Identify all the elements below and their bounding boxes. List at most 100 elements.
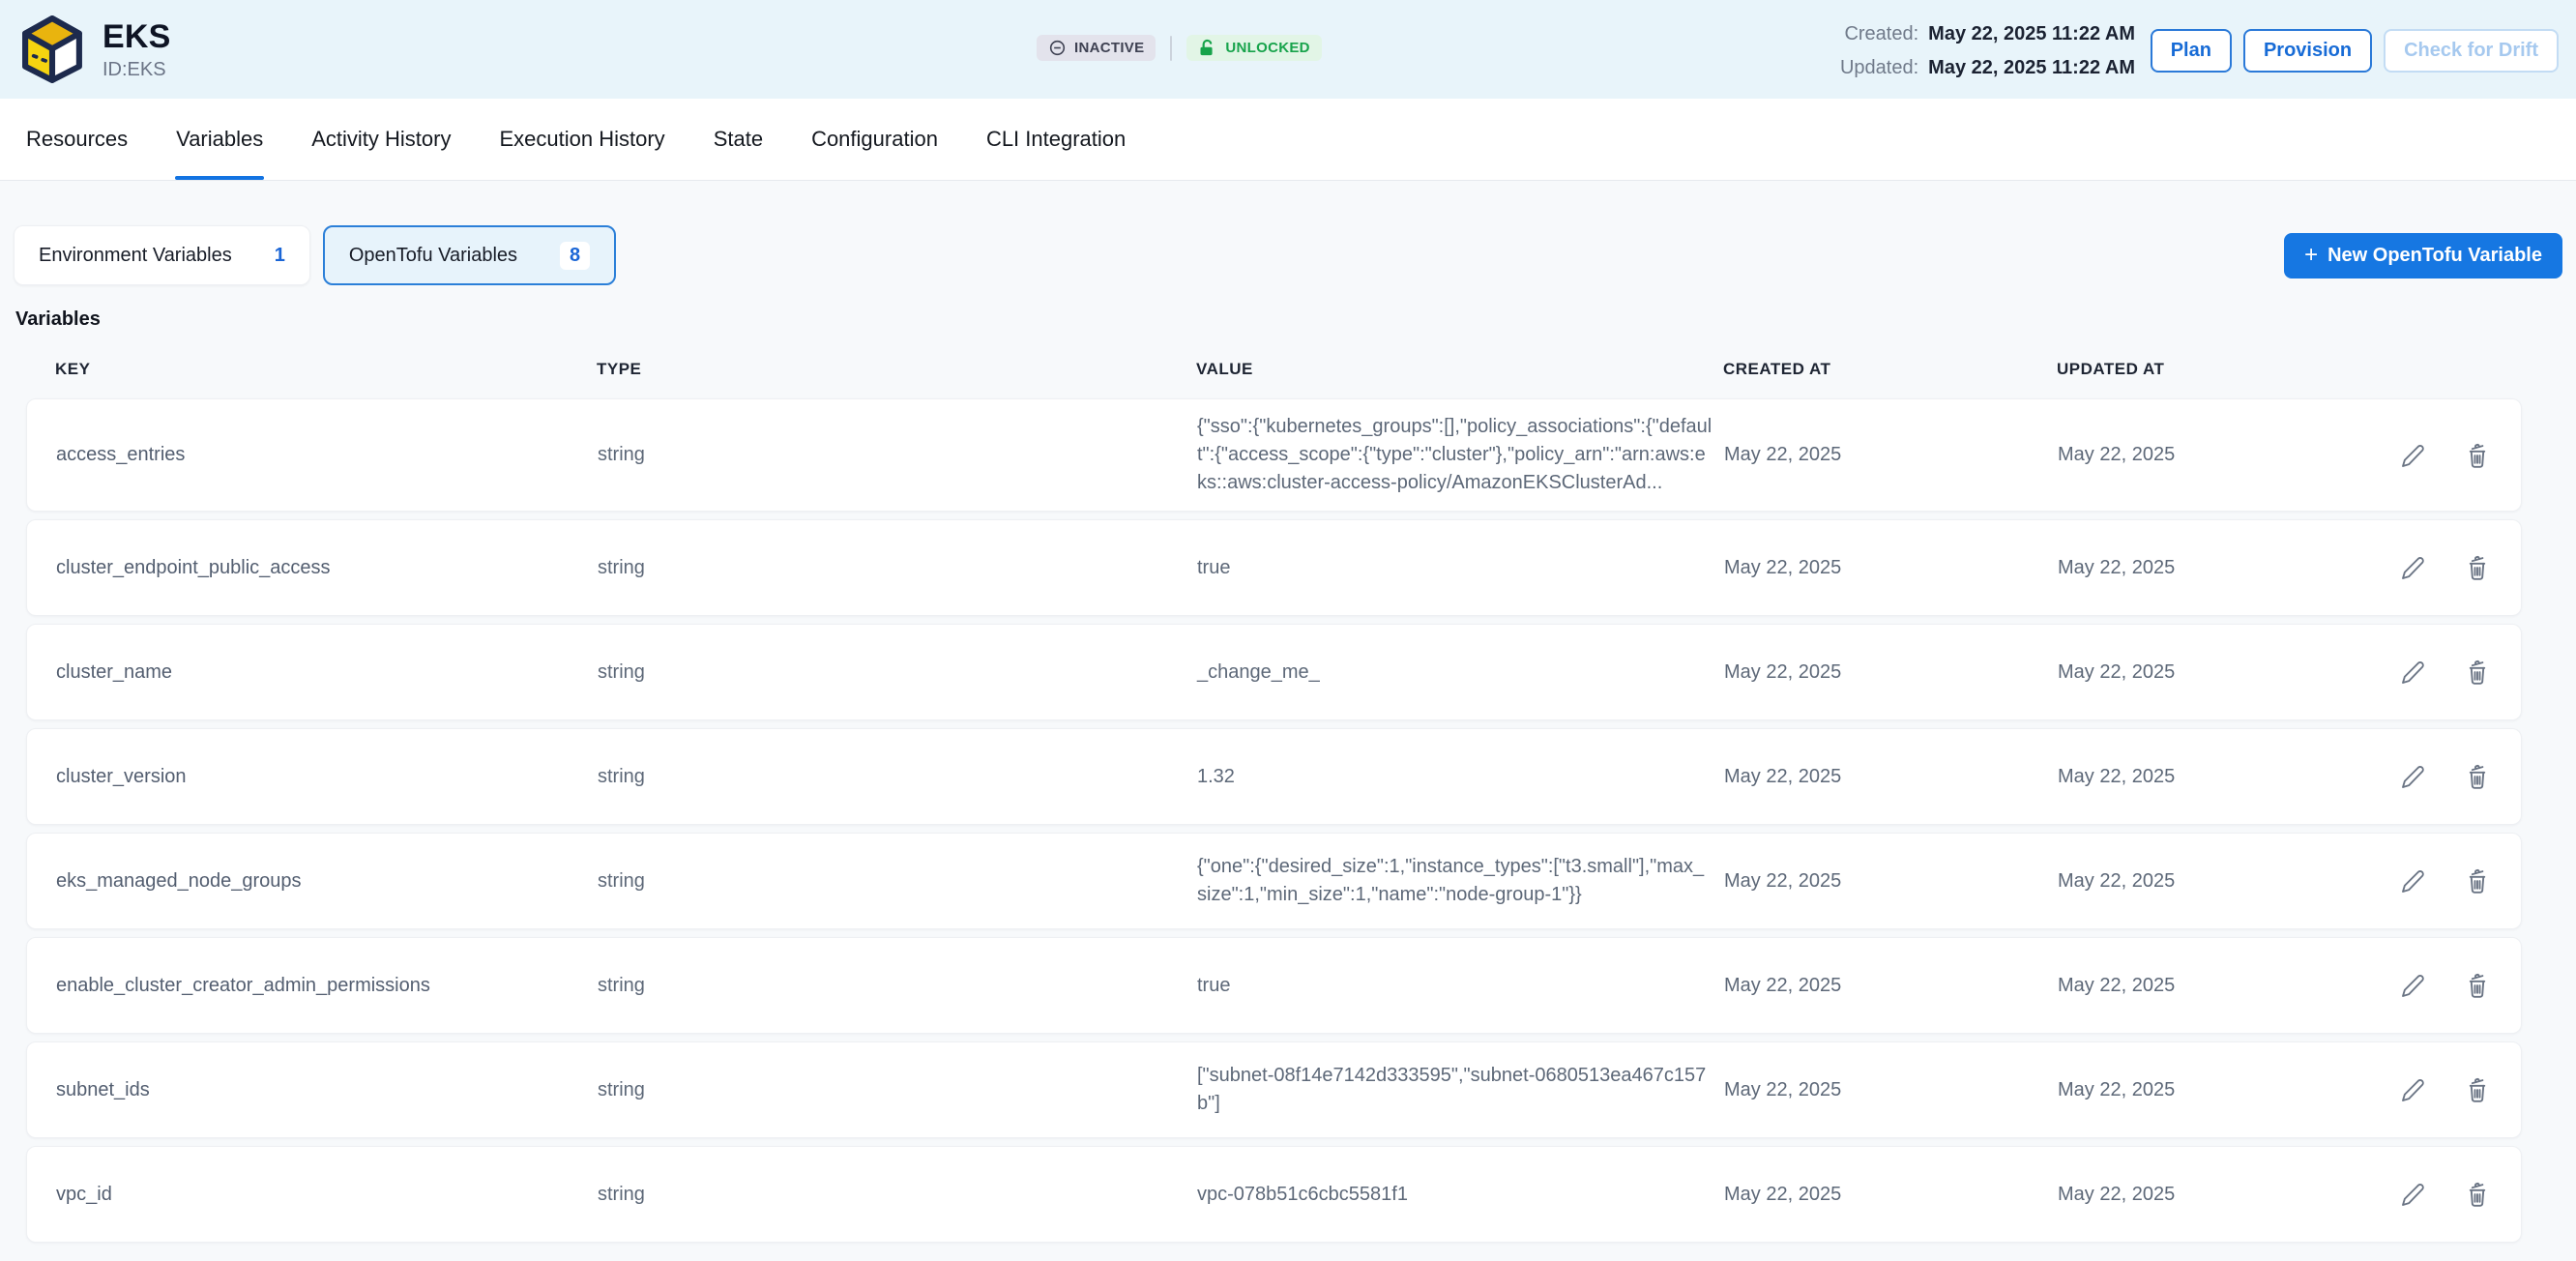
created-at: May 22, 2025	[1724, 766, 2058, 788]
main-content: Environment Variables 1 OpenTofu Variabl…	[0, 181, 2576, 1243]
variable-type: string	[598, 870, 1197, 893]
table-row: vpc_id string vpc-078b51c6cbc5581f1 May …	[26, 1146, 2522, 1243]
edit-variable-button[interactable]	[2399, 441, 2428, 470]
updated-at: May 22, 2025	[2058, 444, 2391, 466]
provision-button[interactable]: Provision	[2243, 29, 2372, 73]
updated-at: May 22, 2025	[2058, 975, 2391, 997]
edit-variable-button[interactable]	[2399, 866, 2428, 895]
variable-key: subnet_ids	[56, 1079, 598, 1101]
trash-icon	[2463, 866, 2492, 895]
delete-variable-button[interactable]	[2463, 1180, 2492, 1209]
table-row: eks_managed_node_groups string {"one":{"…	[26, 833, 2522, 929]
table-row: cluster_version string 1.32 May 22, 2025…	[26, 728, 2522, 825]
updated-at: May 22, 2025	[2058, 766, 2391, 788]
variable-value: _change_me_	[1197, 659, 1724, 687]
delete-variable-button[interactable]	[2463, 971, 2492, 1000]
variable-value: true	[1197, 554, 1724, 582]
updated-at: May 22, 2025	[2058, 1079, 2391, 1101]
edit-variable-button[interactable]	[2399, 971, 2428, 1000]
variable-type: string	[598, 1184, 1197, 1206]
delete-variable-button[interactable]	[2463, 1075, 2492, 1104]
trash-icon	[2463, 1075, 2492, 1104]
variable-value: ["subnet-08f14e7142d333595","subnet-0680…	[1197, 1062, 1724, 1118]
edit-variable-button[interactable]	[2399, 762, 2428, 791]
top-header: EKS ID:EKS INACTIVE UNLOCKED Created: Ma…	[0, 0, 2576, 99]
subtab-environment-variables[interactable]: Environment Variables 1	[14, 225, 310, 285]
tab-resources[interactable]: Resources	[2, 99, 152, 180]
app-id: ID:EKS	[102, 59, 171, 81]
variable-type: string	[598, 444, 1197, 466]
created-at: May 22, 2025	[1724, 557, 2058, 579]
edit-variable-button[interactable]	[2399, 1075, 2428, 1104]
plan-button[interactable]: Plan	[2151, 29, 2232, 73]
updated-at: May 22, 2025	[2058, 1184, 2391, 1206]
delete-variable-button[interactable]	[2463, 762, 2492, 791]
created-at: May 22, 2025	[1724, 975, 2058, 997]
variable-type: string	[598, 661, 1197, 684]
delete-variable-button[interactable]	[2463, 553, 2492, 582]
subtab-opentofu-variables[interactable]: OpenTofu Variables 8	[323, 225, 616, 285]
timestamps: Created: May 22, 2025 11:22 AM Updated: …	[1840, 23, 2135, 91]
updated-value: May 22, 2025 11:22 AM	[1928, 57, 2135, 79]
updated-label: Updated:	[1840, 57, 1918, 79]
tab-activity-history[interactable]: Activity History	[287, 99, 475, 180]
variable-key: eks_managed_node_groups	[56, 870, 598, 893]
table-row: subnet_ids string ["subnet-08f14e7142d33…	[26, 1041, 2522, 1138]
pencil-icon	[2399, 762, 2428, 791]
variable-type: string	[598, 557, 1197, 579]
status-badge-inactive: INACTIVE	[1037, 35, 1156, 61]
delete-variable-button[interactable]	[2463, 866, 2492, 895]
variable-key: enable_cluster_creator_admin_permissions	[56, 975, 598, 997]
pencil-icon	[2399, 658, 2428, 687]
plus-icon: +	[2304, 247, 2318, 264]
unlock-icon	[1198, 39, 1217, 58]
table-row: enable_cluster_creator_admin_permissions…	[26, 937, 2522, 1034]
delete-variable-button[interactable]	[2463, 441, 2492, 470]
table-header: KEY TYPE VALUE CREATED AT UPDATED AT	[26, 331, 2522, 398]
variable-type: string	[598, 975, 1197, 997]
table-row: access_entries string {"sso":{"kubernete…	[26, 398, 2522, 512]
badge-divider	[1170, 36, 1172, 61]
column-header-key: KEY	[55, 360, 597, 379]
section-title: Variables	[15, 308, 2562, 331]
variable-value: 1.32	[1197, 763, 1724, 791]
column-header-updated-at: UPDATED AT	[2057, 360, 2390, 379]
pencil-icon	[2399, 1180, 2428, 1209]
pencil-icon	[2399, 441, 2428, 470]
variable-value: {"sso":{"kubernetes_groups":[],"policy_a…	[1197, 413, 1724, 497]
tab-variables[interactable]: Variables	[152, 99, 287, 180]
updated-at: May 22, 2025	[2058, 661, 2391, 684]
column-header-created-at: CREATED AT	[1723, 360, 2057, 379]
column-header-type: TYPE	[597, 360, 1196, 379]
lock-status-badge: UNLOCKED	[1186, 35, 1321, 61]
opentofu-variables-count: 8	[560, 242, 590, 270]
pencil-icon	[2399, 866, 2428, 895]
variable-key: vpc_id	[56, 1184, 598, 1206]
status-badges: INACTIVE UNLOCKED	[1037, 35, 1322, 61]
page-title: EKS	[102, 18, 171, 56]
edit-variable-button[interactable]	[2399, 1180, 2428, 1209]
tab-configuration[interactable]: Configuration	[787, 99, 962, 180]
header-actions: Plan Provision Check for Drift	[2151, 29, 2559, 73]
delete-variable-button[interactable]	[2463, 658, 2492, 687]
new-opentofu-variable-button[interactable]: + New OpenTofu Variable	[2284, 233, 2562, 279]
trash-icon	[2463, 1180, 2492, 1209]
table-row: cluster_endpoint_public_access string tr…	[26, 519, 2522, 616]
tab-state[interactable]: State	[689, 99, 787, 180]
column-header-value: VALUE	[1196, 360, 1723, 379]
trash-icon	[2463, 441, 2492, 470]
edit-variable-button[interactable]	[2399, 658, 2428, 687]
trash-icon	[2463, 971, 2492, 1000]
check-for-drift-button[interactable]: Check for Drift	[2384, 29, 2559, 73]
environment-variables-count: 1	[275, 245, 285, 267]
app-logo-cube-icon	[19, 15, 85, 84]
tab-execution-history[interactable]: Execution History	[476, 99, 689, 180]
created-label: Created:	[1844, 23, 1918, 45]
trash-icon	[2463, 762, 2492, 791]
created-value: May 22, 2025 11:22 AM	[1928, 23, 2135, 45]
created-at: May 22, 2025	[1724, 1184, 2058, 1206]
tab-cli-integration[interactable]: CLI Integration	[962, 99, 1150, 180]
edit-variable-button[interactable]	[2399, 553, 2428, 582]
variable-key: cluster_version	[56, 766, 598, 788]
created-at: May 22, 2025	[1724, 1079, 2058, 1101]
